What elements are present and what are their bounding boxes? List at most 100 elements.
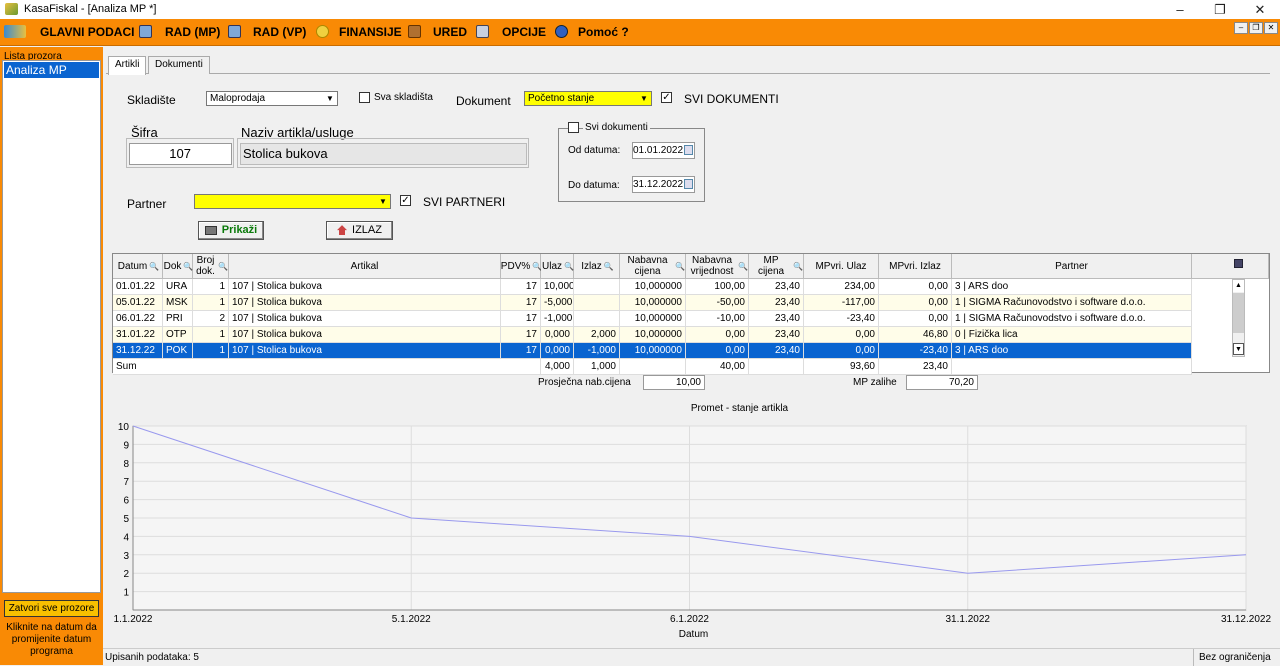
grid-header[interactable]: Ulaz 🔍 [541,254,574,279]
tab-dokumenti[interactable]: Dokumenti [148,56,210,74]
menu-finansije[interactable]: FINANSIJE [339,25,402,39]
svi-dokumenti-checkbox[interactable] [568,122,579,133]
calendar-icon[interactable] [684,179,693,189]
grid-header[interactable]: Nabavna vrijednost 🔍 [686,254,749,279]
table-cell: POK [163,343,193,359]
grid-header[interactable]: Datum 🔍 [113,254,163,279]
svi-dokumenti-label: Svi dokumenti [583,122,650,133]
grid-header[interactable]: PDV% 🔍 [501,254,542,279]
grid-header[interactable]: Partner [952,254,1192,279]
table-cell: 17 [501,295,541,311]
svi-partneri-label: SVI PARTNERI [423,195,506,209]
sifra-input[interactable]: 107 [129,143,232,165]
table-cell: 10,000000 [620,295,686,311]
table-row[interactable]: 31.01.22 OTP 1 107 | Stolica bukova 17 0,000 2… [113,327,1192,343]
chevron-down-icon: ▼ [326,94,334,103]
promet-chart: 1 2 3 4 5 6 7 8 9 10 1.1.2022 5.1.2022 6.1.2022 31.1.… [114,403,1272,640]
menu-glavni-podaci[interactable]: GLAVNI PODACI [40,25,134,39]
prikazi-button[interactable]: Prikaži [198,221,264,240]
y-tick-label: 4 [123,532,129,543]
search-icon[interactable]: 🔍 [564,261,574,272]
date-hint[interactable]: Kliknite na datum da promijenite datum p… [2,622,101,658]
grid-header[interactable]: Broj dok. 🔍 [193,254,229,279]
coin-icon [316,25,329,38]
svi-partneri-checkbox[interactable]: ✓ [400,195,411,206]
grid-header[interactable]: MPvri. Izlaz [879,254,952,279]
table-row[interactable]: 05.01.22 MSK 1 107 | Stolica bukova 17 -5,000… [113,295,1192,311]
menu-rad-mp[interactable]: RAD (MP) [165,25,220,39]
window-title: KasaFiskal - [Analiza MP *] [24,3,157,15]
search-icon[interactable]: 🔍 [183,261,193,272]
table-row[interactable]: 06.01.22 PRI 2 107 | Stolica bukova 17 -1,000… [113,311,1192,327]
grid-header-label: MPvri. Izlaz [889,260,941,272]
grid-header[interactable]: Nabavna cijena 🔍 [620,254,686,279]
chart-title: Promet - stanje artikla [691,403,789,414]
restore-icon[interactable]: ❐ [1200,0,1240,19]
izlaz-button[interactable]: IZLAZ [326,221,393,240]
svi-dokumenti-main-checkbox[interactable]: ✓ [661,92,672,103]
search-icon[interactable]: 🔍 [675,261,685,272]
partner-select[interactable]: ▼ [194,194,391,209]
table-cell: 107 | Stolica bukova [229,279,501,295]
table-cell: 0,00 [879,311,952,327]
table-cell: 1 | SIGMA Računovodstvo i software d.o.o… [952,311,1192,327]
prosjecna-label: Prosječna nab.cijena [538,377,631,388]
grid-header[interactable]: MP cijena 🔍 [749,254,804,279]
menu-ured[interactable]: URED [433,25,467,39]
table-cell: 2 [193,311,229,327]
od-datuma-label: Od datuma: [568,145,621,156]
menu-pomoc[interactable]: Pomoć ? [578,25,629,39]
table-row[interactable]: 31.12.22 POK 1 107 | Stolica bukova 17 0,000-… [113,343,1192,359]
y-tick-label: 10 [118,422,130,433]
grid-header-label: Izlaz [581,260,602,272]
table-cell: 10,000000 [620,327,686,343]
y-tick-label: 3 [123,551,129,562]
grid-options-icon[interactable] [1234,259,1243,268]
scroll-up-icon[interactable]: ▲ [1233,280,1244,292]
minimize-icon[interactable]: – [1160,0,1200,19]
x-tick-label: 6.1.2022 [670,614,709,625]
close-icon[interactable]: ✕ [1240,0,1280,19]
window-list-item[interactable]: Analiza MP [4,62,99,78]
x-tick-label: 1.1.2022 [114,614,153,625]
close-all-windows-button[interactable]: Zatvori sve prozore [4,600,99,617]
table-cell: -1,000 [541,311,574,327]
scroll-thumb[interactable] [1233,293,1244,333]
mdi-restore-icon[interactable]: ❐ [1249,22,1263,34]
svi-dokumenti-main-label: SVI DOKUMENTI [684,92,779,106]
grid-header[interactable]: Dok 🔍 [163,254,193,279]
grid-header-label: MP cijena [757,255,785,277]
search-icon[interactable]: 🔍 [218,261,228,272]
search-icon[interactable]: 🔍 [793,261,803,272]
grid-header[interactable]: Izlaz 🔍 [574,254,620,279]
tab-artikli[interactable]: Artikli [108,56,147,75]
mdi-close-icon[interactable]: ✕ [1264,22,1278,34]
grid-header[interactable]: MPvri. Ulaz [804,254,879,279]
table-cell: MSK [163,295,193,311]
search-icon[interactable]: 🔍 [738,261,748,272]
table-cell: OTP [163,327,193,343]
sva-skladista-checkbox[interactable] [359,92,370,103]
grid-scrollbar[interactable]: ▲ ▼ [1232,279,1245,357]
x-axis-label: Datum [679,629,708,640]
grid-header[interactable]: Artikal [229,254,501,279]
status-limit: Bez ograničenja [1199,652,1271,663]
search-icon[interactable]: 🔍 [604,261,614,272]
calendar-icon[interactable] [684,145,693,155]
mp-zalihe-value: 70,20 [906,375,978,390]
scroll-down-icon[interactable]: ▼ [1233,343,1244,355]
status-count: Upisanih podataka: 5 [105,652,199,663]
table-cell: 1 [193,295,229,311]
table-cell: 0,00 [686,343,749,359]
skladiste-select[interactable]: Maloprodaja ▼ [206,91,338,106]
do-datuma-label: Do datuma: [568,180,620,191]
table-row[interactable]: 01.01.22 URA 1 107 | Stolica bukova 17 10,000… [113,279,1192,295]
menu-rad-vp[interactable]: RAD (VP) [253,25,306,39]
mdi-minimize-icon[interactable]: – [1234,22,1248,34]
search-icon[interactable]: 🔍 [149,261,159,272]
table-cell: 0 | Fizička lica [952,327,1192,343]
dokument-select[interactable]: Početno stanje ▼ [524,91,652,106]
table-cell: 06.01.22 [113,311,163,327]
menu-opcije[interactable]: OPCIJE [502,25,546,39]
sum-cell: 1,000 [574,359,620,375]
